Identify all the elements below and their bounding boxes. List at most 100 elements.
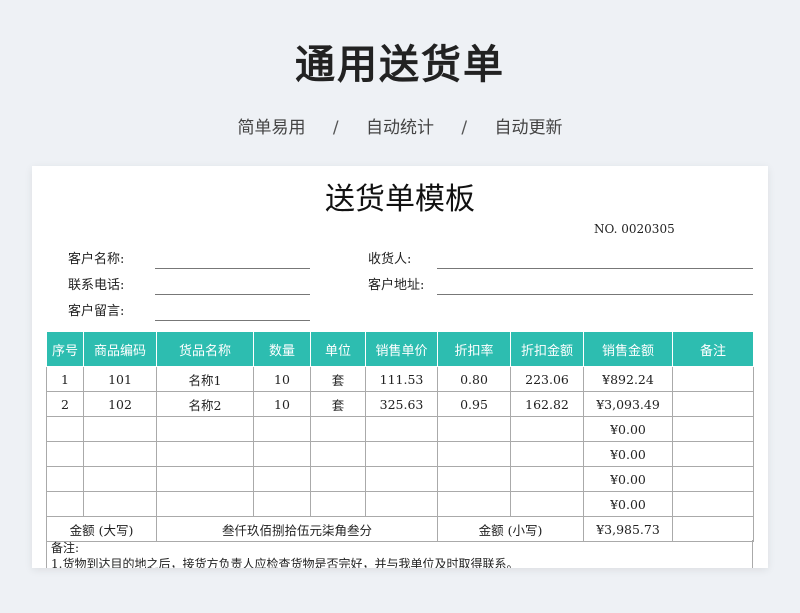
cell[interactable]	[310, 491, 366, 517]
cell[interactable]	[365, 491, 438, 517]
cell[interactable]	[437, 416, 511, 442]
cell[interactable]	[46, 491, 84, 517]
cell[interactable]	[510, 466, 584, 492]
cell[interactable]	[46, 441, 84, 467]
cell[interactable]: ¥0.00	[583, 466, 673, 492]
total-upper-label: 金额 (大写)	[46, 516, 157, 542]
message-label: 客户留言:	[68, 304, 125, 319]
tag-auto-stats: 自动统计	[366, 118, 434, 138]
cell[interactable]	[365, 466, 438, 492]
document-title: 送货单模板	[325, 182, 475, 217]
tag-separator: /	[461, 118, 468, 138]
cell[interactable]	[672, 466, 754, 492]
cell[interactable]	[46, 466, 84, 492]
total-upper-value: 叁仟玖佰捌拾伍元柒角叁分	[156, 516, 438, 542]
cell[interactable]	[672, 441, 754, 467]
cell[interactable]	[310, 466, 366, 492]
cell[interactable]	[156, 466, 254, 492]
cell[interactable]	[156, 441, 254, 467]
cell[interactable]	[365, 416, 438, 442]
receiver-label: 收货人:	[368, 252, 412, 267]
cell[interactable]	[83, 466, 157, 492]
tag-separator: /	[332, 118, 339, 138]
cell[interactable]: 223.06	[510, 366, 584, 392]
cell[interactable]: 162.82	[510, 391, 584, 417]
phone-field[interactable]	[155, 294, 310, 295]
address-label: 客户地址:	[368, 278, 425, 293]
cell[interactable]: 0.80	[437, 366, 511, 392]
cell[interactable]: 套	[310, 391, 366, 417]
customer-name-field[interactable]	[155, 268, 310, 269]
cell[interactable]: ¥0.00	[583, 416, 673, 442]
cell[interactable]	[253, 441, 311, 467]
col-header-code: 商品编码	[83, 331, 157, 367]
col-header-unit: 单位	[310, 331, 366, 367]
cell[interactable]: 0.95	[437, 391, 511, 417]
cell[interactable]: 名称2	[156, 391, 254, 417]
cell[interactable]	[510, 441, 584, 467]
table-row: 2 102 名称2 10 套 325.63 0.95 162.82 ¥3,093…	[46, 391, 754, 417]
cell[interactable]	[253, 416, 311, 442]
cell[interactable]	[156, 416, 254, 442]
cell[interactable]: 套	[310, 366, 366, 392]
cell[interactable]	[46, 416, 84, 442]
cell[interactable]	[672, 491, 754, 517]
cell[interactable]	[672, 391, 754, 417]
table-row: 1 101 名称1 10 套 111.53 0.80 223.06 ¥892.2…	[46, 366, 754, 392]
tagline: 简单易用 / 自动统计 / 自动更新	[0, 113, 800, 138]
cell[interactable]	[437, 441, 511, 467]
col-header-qty: 数量	[253, 331, 311, 367]
cell[interactable]: 325.63	[365, 391, 438, 417]
cell[interactable]	[510, 416, 584, 442]
cell[interactable]	[510, 491, 584, 517]
cell[interactable]: 10	[253, 366, 311, 392]
document-number: NO. 0020305	[594, 222, 675, 236]
col-header-price: 销售单价	[365, 331, 438, 367]
phone-label: 联系电话:	[68, 278, 125, 293]
col-header-sales-amount: 销售金额	[583, 331, 673, 367]
cell[interactable]	[83, 491, 157, 517]
customer-name-label: 客户名称:	[68, 252, 125, 267]
goods-table: 序号 商品编码 货品名称 数量 单位 销售单价 折扣率 折扣金额 销售金额 备注…	[46, 331, 754, 542]
cell[interactable]	[310, 441, 366, 467]
cell[interactable]	[83, 416, 157, 442]
cell[interactable]: 2	[46, 391, 84, 417]
cell[interactable]: 102	[83, 391, 157, 417]
hero-title: 通用送货单	[295, 42, 505, 88]
delivery-note-sheet: 送货单模板 NO. 0020305 客户名称: 收货人: 联系电话: 客户地址:…	[32, 166, 768, 568]
cell[interactable]: 名称1	[156, 366, 254, 392]
cell[interactable]	[253, 491, 311, 517]
cell[interactable]	[672, 416, 754, 442]
total-lower-value: ¥3,985.73	[583, 516, 673, 542]
cell[interactable]: ¥0.00	[583, 441, 673, 467]
cell[interactable]	[672, 366, 754, 392]
message-field[interactable]	[155, 320, 310, 321]
cell[interactable]: 111.53	[365, 366, 438, 392]
table-row: ¥0.00	[46, 466, 754, 492]
cell[interactable]	[83, 441, 157, 467]
col-header-index: 序号	[46, 331, 84, 367]
cell[interactable]	[437, 491, 511, 517]
notes-line-1: 1.货物到达目的地之后，接货方负责人应检查货物是否完好，并与我单位及时取得联系。	[51, 557, 519, 568]
tag-easy: 简单易用	[237, 118, 306, 138]
cell[interactable]	[437, 466, 511, 492]
table-row: ¥0.00	[46, 416, 754, 442]
cell[interactable]: ¥892.24	[583, 366, 673, 392]
address-field[interactable]	[437, 294, 753, 295]
cell[interactable]: 10	[253, 391, 311, 417]
cell[interactable]: ¥0.00	[583, 491, 673, 517]
table-row: ¥0.00	[46, 491, 754, 517]
total-row: 金额 (大写) 叁仟玖佰捌拾伍元柒角叁分 金额 (小写) ¥3,985.73	[46, 516, 754, 542]
cell[interactable]	[156, 491, 254, 517]
col-header-discount-amount: 折扣金额	[510, 331, 584, 367]
receiver-field[interactable]	[437, 268, 753, 269]
cell[interactable]: 1	[46, 366, 84, 392]
cell[interactable]	[365, 441, 438, 467]
notes-section: 备注: 1.货物到达目的地之后，接货方负责人应检查货物是否完好，并与我单位及时取…	[46, 540, 753, 568]
cell[interactable]	[672, 516, 754, 542]
cell[interactable]: ¥3,093.49	[583, 391, 673, 417]
cell[interactable]	[253, 466, 311, 492]
cell[interactable]	[310, 416, 366, 442]
col-header-discount-rate: 折扣率	[437, 331, 511, 367]
cell[interactable]: 101	[83, 366, 157, 392]
